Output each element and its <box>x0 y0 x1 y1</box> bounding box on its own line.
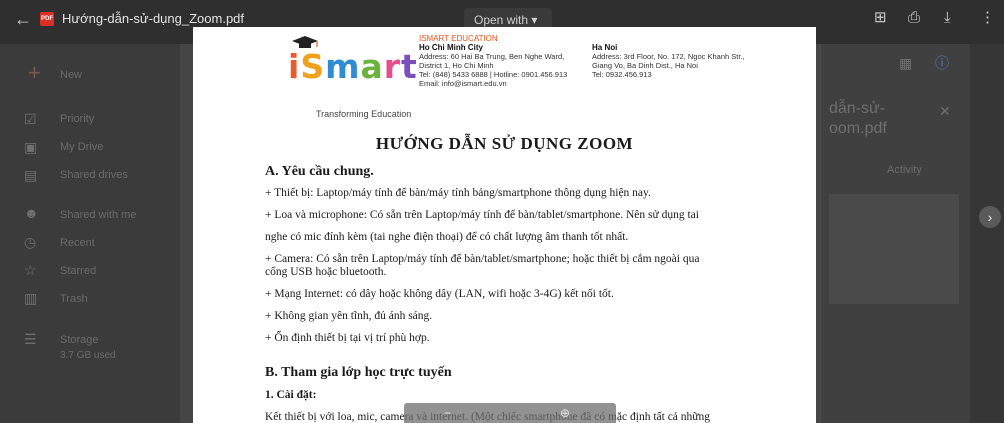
plus-icon: + <box>28 60 41 85</box>
hcm-city: Ho Chi Minh City <box>419 43 483 52</box>
details-file-title-1: dẫn-sử- <box>829 100 886 117</box>
details-file-title-2: oom.pdf <box>829 120 887 137</box>
paragraph-1: + Thiết bị: Laptop/máy tính để bàn/máy t… <box>265 187 651 199</box>
hcm-address-block: ISMART EDUCATION Ho Chi Minh City Addres… <box>419 34 567 88</box>
storage-icon: ☰ <box>24 331 37 347</box>
details-thumbnail <box>829 194 959 304</box>
ismart-logo: iSmart <box>288 47 418 86</box>
zoom-icon[interactable]: ⊕ <box>560 406 570 420</box>
print-icon[interactable]: ⎙ <box>908 10 920 26</box>
sidebar-item-shared-drives: Shared drives <box>60 169 128 181</box>
section-b-heading: B. Tham gia lớp học trực tuyến <box>265 365 452 380</box>
paragraph-5: + Không gian yên tĩnh, đủ ánh sáng. <box>265 310 433 322</box>
close-icon: ✕ <box>939 103 951 119</box>
info-icon: ⓘ <box>935 55 949 71</box>
new-button-label: New <box>60 69 83 81</box>
hn-line1: Address: 3rd Floor, No. 172, Ngoc Khanh … <box>592 52 745 61</box>
hn-line2: Giang Vo, Ba Dinh Dist., Ha Noi <box>592 61 698 70</box>
pdf-file-icon: PDF <box>40 12 54 26</box>
sidebar-item-storage: Storage <box>60 334 99 346</box>
trash-icon: ▥ <box>24 290 38 306</box>
document-title: HƯỚNG DẪN SỬ DỤNG ZOOM <box>375 134 634 153</box>
storage-used-text: 3.7 GB used <box>60 350 116 361</box>
sidebar-item-recent: Recent <box>60 237 95 249</box>
next-file-button[interactable]: › <box>979 206 1001 228</box>
sidebar-item-starred: Starred <box>60 265 97 277</box>
add-comment-icon[interactable]: ⊞ <box>874 10 887 26</box>
paragraph-6: + Ổn định thiết bị tại vị trí phù hợp. <box>265 332 430 344</box>
paragraph-4: + Mạng Internet: có dây hoặc không dây (… <box>265 288 614 300</box>
zoom-controls: − ⊕ <box>404 403 616 423</box>
sidebar-item-shared-with-me: Shared with me <box>60 209 137 221</box>
zoom-out-icon[interactable]: − <box>444 406 451 420</box>
hcm-line3: Tel: (848) 5433 6888 | Hotline: 0901.456… <box>419 70 568 79</box>
activity-tab: Activity <box>887 164 922 176</box>
arrow-back-icon[interactable]: ← <box>14 10 32 28</box>
my-drive-icon: ▣ <box>24 139 38 155</box>
shared-drives-icon: ▤ <box>24 167 38 183</box>
right-rail <box>970 44 1004 423</box>
sidebar-item-priority: Priority <box>60 113 95 125</box>
recent-icon: ◷ <box>24 234 37 250</box>
star-icon: ☆ <box>24 262 37 278</box>
paragraph-2a: + Loa và microphone: Có sẵn trên Laptop/… <box>265 209 699 221</box>
subsection-b1-heading: 1. Cài đặt: <box>265 389 317 401</box>
paragraph-3a: + Camera: Có sẵn trên Laptop/máy tính để… <box>265 253 700 265</box>
logo-tagline: Transforming Education <box>316 109 412 119</box>
paragraph-3b: cổng USB hoặc bluetooth. <box>265 266 387 278</box>
drive-sidebar: + New ☑ Priority ▣ My Drive ▤ Shared dri… <box>0 44 180 423</box>
grid-view-icon: ▦ <box>899 55 913 71</box>
hcm-line2: District 1, Ho Chi Minh <box>419 61 494 70</box>
hn-address-block: Ha Noi Address: 3rd Floor, No. 172, Ngoc… <box>592 43 745 79</box>
priority-icon: ☑ <box>24 111 37 127</box>
more-options-icon[interactable]: ⋮ <box>980 10 995 26</box>
org-name: ISMART EDUCATION <box>419 34 498 43</box>
section-a-heading: A. Yêu cầu chung. <box>265 164 374 179</box>
file-name: Hướng-dẫn-sử-dụng_Zoom.pdf <box>62 11 245 26</box>
sidebar-item-trash: Trash <box>60 293 88 305</box>
hcm-line1: Address: 60 Hai Ba Trung, Ben Nghe Ward, <box>419 52 565 61</box>
shared-with-me-icon: ☻ <box>24 205 39 221</box>
sidebar-item-my-drive: My Drive <box>60 141 104 153</box>
pdf-page: iSmart Transforming Education ISMART EDU… <box>193 27 816 423</box>
download-icon[interactable]: ⤓ <box>944 10 951 26</box>
details-panel: dẫn-sử- oom.pdf ✕ Activity ▦ ⓘ <box>820 44 970 423</box>
hn-city: Ha Noi <box>592 43 618 52</box>
hcm-line4: Email: info@ismart.edu.vn <box>419 79 507 88</box>
paragraph-2b: nghe có mic đính kèm (tai nghe điện thoạ… <box>265 231 629 243</box>
hn-line3: Tel: 0932.456.913 <box>592 70 652 79</box>
